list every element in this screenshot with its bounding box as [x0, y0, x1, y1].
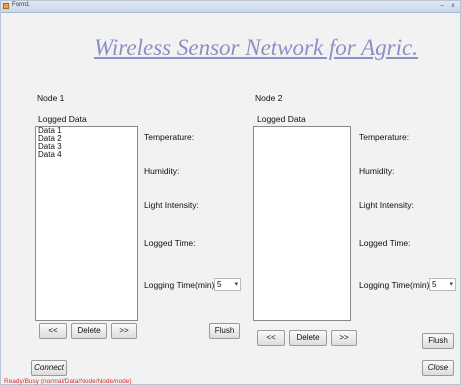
node1-flush-button[interactable]: Flush: [209, 323, 240, 339]
title-bar: Form1 – x: [1, 1, 460, 13]
node1-logged-data-list[interactable]: Data 1 Data 2 Data 3 Data 4: [35, 126, 138, 321]
close-window-button[interactable]: x: [448, 2, 458, 10]
node1-next-button[interactable]: >>: [111, 323, 137, 339]
node2-title: Node 2: [255, 93, 283, 103]
node1-logging-time-label: Logging Time(min): [144, 280, 215, 290]
dropdown-arrow-icon: ▾: [234, 281, 238, 288]
node1-logged-data-label: Logged Data: [38, 114, 87, 124]
node2-logging-time-value: 5: [432, 280, 437, 289]
node2-next-button[interactable]: >>: [331, 330, 357, 346]
node2-humidity-label: Humidity:: [359, 166, 395, 176]
node2-logged-time-label: Logged Time:: [359, 238, 411, 248]
node2-delete-button[interactable]: Delete: [289, 330, 327, 346]
list-item[interactable]: Data 4: [36, 151, 137, 159]
node1-logging-time-value: 5: [217, 280, 222, 289]
node2-logging-time-label: Logging Time(min): [359, 280, 430, 290]
node1-delete-button[interactable]: Delete: [71, 323, 107, 339]
status-text: Ready/Busy (normal/Data/Node/Node/node): [4, 378, 132, 385]
node1-temperature-label: Temperature:: [144, 132, 195, 142]
connect-button[interactable]: Connect: [31, 360, 67, 376]
node1-light-intensity-label: Light Intensity:: [144, 200, 199, 210]
node2-logged-data-list[interactable]: [253, 126, 351, 321]
banner-title: Wireless Sensor Network for Agric.: [94, 35, 418, 60]
form-app-icon: [3, 3, 9, 9]
minimize-button[interactable]: –: [437, 2, 447, 10]
node2-prev-button[interactable]: <<: [257, 330, 285, 346]
node1-humidity-label: Humidity:: [144, 166, 180, 176]
node1-title: Node 1: [37, 93, 65, 103]
app-window: Form1 – x Wireless Sensor Network for Ag…: [0, 0, 461, 385]
node2-flush-button[interactable]: Flush: [422, 333, 454, 349]
window-title: Form1: [12, 2, 30, 8]
node2-logged-data-label: Logged Data: [257, 114, 306, 124]
close-button[interactable]: Close: [422, 360, 454, 376]
node2-logging-time-select[interactable]: 5 ▾: [429, 278, 456, 291]
node1-prev-button[interactable]: <<: [39, 323, 67, 339]
node1-logging-time-select[interactable]: 5 ▾: [214, 278, 241, 291]
node2-temperature-label: Temperature:: [359, 132, 410, 142]
node1-logged-time-label: Logged Time:: [144, 238, 196, 248]
dropdown-arrow-icon: ▾: [449, 281, 453, 288]
node2-light-intensity-label: Light Intensity:: [359, 200, 414, 210]
